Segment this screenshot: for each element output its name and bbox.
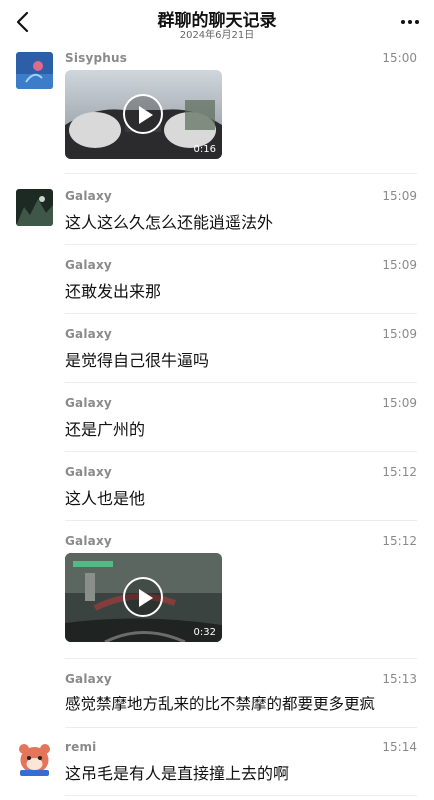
list-item: Galaxy 15:13 感觉禁摩地方乱来的比不禁摩的都要更多更疯 bbox=[0, 669, 434, 735]
divider bbox=[65, 520, 417, 521]
play-icon[interactable] bbox=[123, 94, 163, 134]
sender-name: remi bbox=[65, 740, 97, 754]
video-duration: 0:32 bbox=[193, 627, 216, 638]
message-text: 这人这么久怎么还能逍遥法外 bbox=[65, 213, 274, 232]
message-text: 这人也是他 bbox=[65, 489, 146, 508]
sender-name: Galaxy bbox=[65, 534, 112, 548]
video-thumbnail[interactable]: 0:32 bbox=[65, 553, 222, 642]
message-time: 15:00 bbox=[382, 51, 417, 65]
message-time: 15:09 bbox=[382, 258, 417, 272]
list-item: Galaxy 15:09 是觉得自己很牛逼吗 bbox=[0, 324, 434, 390]
list-item: Galaxy 15:09 还敢发出来那 bbox=[0, 255, 434, 321]
divider bbox=[65, 658, 417, 659]
video-duration: 0:16 bbox=[193, 144, 216, 155]
message-text: 还是广州的 bbox=[65, 420, 146, 439]
message-time: 15:13 bbox=[382, 672, 417, 686]
video-thumbnail[interactable]: 0:16 bbox=[65, 70, 222, 159]
sender-name: Galaxy bbox=[65, 396, 112, 410]
divider bbox=[65, 727, 417, 728]
divider bbox=[65, 173, 417, 174]
sender-name: Galaxy bbox=[65, 327, 112, 341]
message-text: 还敢发出来那 bbox=[65, 282, 162, 301]
avatar-image bbox=[16, 741, 53, 778]
play-icon[interactable] bbox=[123, 577, 163, 617]
avatar-image bbox=[16, 189, 53, 226]
sender-name: Sisyphus bbox=[65, 51, 128, 65]
divider bbox=[65, 451, 417, 452]
message-time: 15:09 bbox=[382, 327, 417, 341]
avatar[interactable] bbox=[16, 741, 53, 778]
more-button[interactable] bbox=[398, 10, 422, 34]
sender-name: Galaxy bbox=[65, 258, 112, 272]
message-text: 这吊毛是有人是直接撞上去的啊 bbox=[65, 764, 290, 783]
avatar[interactable] bbox=[16, 52, 53, 89]
list-item: remi 15:14 这吊毛是有人是直接撞上去的啊 bbox=[0, 737, 434, 800]
avatar-image bbox=[16, 52, 53, 89]
message-text: 是觉得自己很牛逼吗 bbox=[65, 351, 210, 370]
page-date: 2024年6月21日 bbox=[179, 30, 255, 41]
list-item: Galaxy 15:09 这人这么久怎么还能逍遥法外 bbox=[0, 186, 434, 252]
list-item: Galaxy 15:12 这人也是他 bbox=[0, 462, 434, 528]
message-time: 15:09 bbox=[382, 189, 417, 203]
divider bbox=[65, 313, 417, 314]
list-item: Galaxy 15:12 0:32 bbox=[0, 531, 434, 666]
sender-name: Galaxy bbox=[65, 672, 112, 686]
top-bar: 群聊的聊天记录 2024年6月21日 bbox=[0, 0, 434, 44]
message-time: 15:12 bbox=[382, 465, 417, 479]
message-time: 15:09 bbox=[382, 396, 417, 410]
divider bbox=[65, 244, 417, 245]
list-item: Sisyphus 15:00 0:16 bbox=[0, 48, 434, 174]
avatar[interactable] bbox=[16, 189, 53, 226]
sender-name: Galaxy bbox=[65, 465, 112, 479]
message-text: 感觉禁摩地方乱来的比不禁摩的都要更多更疯 bbox=[65, 695, 376, 713]
message-time: 15:14 bbox=[382, 740, 417, 754]
sender-name: Galaxy bbox=[65, 189, 112, 203]
message-time: 15:12 bbox=[382, 534, 417, 548]
list-item: Galaxy 15:09 还是广州的 bbox=[0, 393, 434, 459]
divider bbox=[65, 382, 417, 383]
more-dots-icon bbox=[401, 20, 419, 24]
divider bbox=[65, 795, 417, 796]
